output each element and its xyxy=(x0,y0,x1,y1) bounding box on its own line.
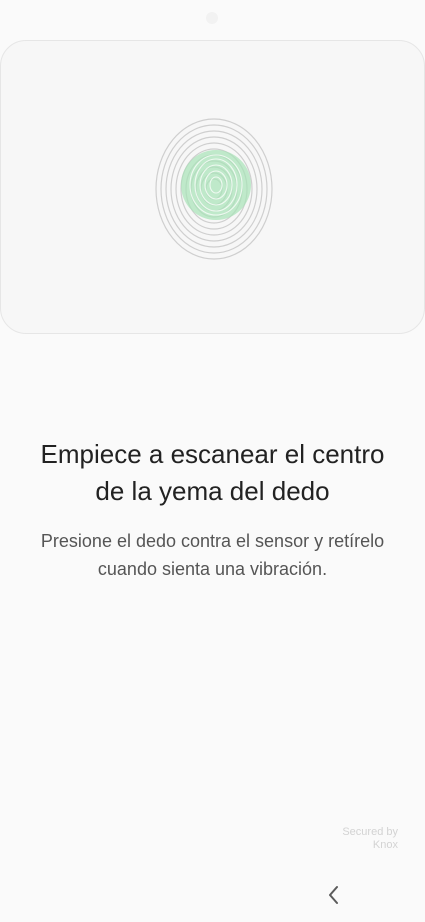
fingerprint-illustration-card xyxy=(0,40,425,334)
fingerprint-icon xyxy=(155,118,273,260)
knox-line-2: Knox xyxy=(372,839,398,851)
page-title: Empiece a escanear el centro de la yema … xyxy=(20,436,405,510)
back-button[interactable] xyxy=(318,880,348,910)
chevron-left-icon xyxy=(329,886,338,904)
title-line-1: Empiece a escanear el centro xyxy=(40,439,385,469)
instruction-text: Presione el dedo contra el sensor y retí… xyxy=(22,527,403,583)
camera-cutout xyxy=(206,12,218,24)
knox-line-1: Secured by xyxy=(342,826,398,838)
instruction-line-2: cuando sienta una vibración. xyxy=(97,559,328,579)
secured-by-knox-badge: Secured by Knox xyxy=(308,826,398,852)
instruction-line-1: Presione el dedo contra el sensor y retí… xyxy=(40,531,385,551)
title-line-2: de la yema del dedo xyxy=(95,476,330,506)
